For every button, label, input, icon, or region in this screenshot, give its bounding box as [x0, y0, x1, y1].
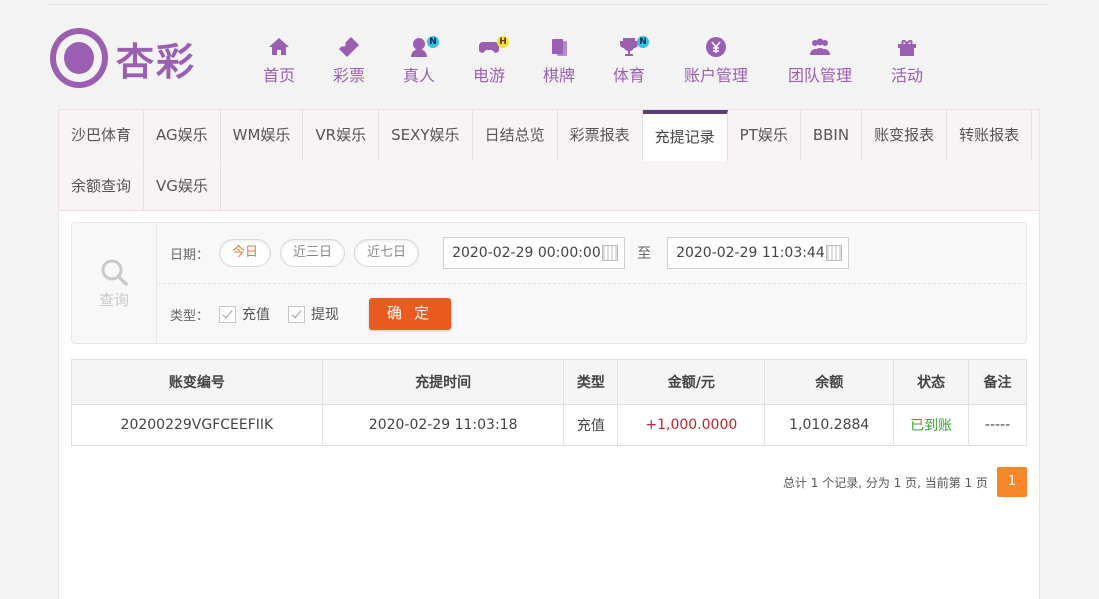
tab-saba-sports[interactable]: 沙巴体育 [59, 110, 145, 160]
hot-badge: H [497, 36, 509, 48]
record-amount: +1,000.0000 [617, 404, 766, 446]
start-date-value: 2020-02-29 00:00:00 [452, 245, 601, 261]
nav-promotions[interactable]: 活动 [872, 34, 942, 86]
range-3days-button[interactable]: 近三日 [280, 239, 346, 267]
pagination-summary: 总计 1 个记录, 分为 1 页, 当前第 1 页 [782, 475, 988, 490]
cards-icon [524, 34, 594, 60]
tab-vr[interactable]: VR娱乐 [303, 110, 380, 160]
record-balance: 1,010.2884 [764, 404, 895, 446]
nav-label: 电游 [472, 66, 505, 85]
confirm-button[interactable]: 确 定 [369, 298, 452, 330]
start-date-input[interactable]: 2020-02-29 00:00:00 [443, 237, 626, 269]
col-header: 类型 [563, 359, 619, 405]
new-badge: N [427, 36, 439, 48]
nav-label: 真人 [402, 66, 435, 85]
nav-label: 账户管理 [683, 66, 748, 85]
nav-home[interactable]: 首页 [244, 34, 314, 86]
records-table: 账变编号 充提时间 类型 金额/元 余额 状态 备注 20200229VGFCE… [71, 359, 1027, 446]
report-tabs: 沙巴体育 AG娱乐 WM娱乐 VR娱乐 SEXY娱乐 日结总览 彩票报表 充提记… [59, 110, 1039, 211]
col-header: 充提时间 [321, 359, 565, 405]
end-date-value: 2020-02-29 11:03:44 [676, 245, 825, 261]
deposit-checkbox[interactable]: 充值 [219, 304, 270, 324]
date-label: 日期： [170, 247, 210, 263]
checkbox-label: 充值 [242, 307, 271, 323]
tab-account-change[interactable]: 账变报表 [862, 110, 948, 160]
team-icon [768, 34, 872, 60]
checkbox-checked[interactable] [288, 305, 306, 323]
tab-wm[interactable]: WM娱乐 [221, 110, 304, 160]
report-panel: 沙巴体育 AG娱乐 WM娱乐 VR娱乐 SEXY娱乐 日结总览 彩票报表 充提记… [58, 109, 1040, 599]
tab-deposit-withdraw[interactable]: 充提记录 [642, 110, 728, 161]
nav-lottery[interactable]: 彩票 [314, 34, 384, 86]
record-time: 2020-02-29 11:03:18 [321, 404, 565, 446]
main-nav: 首页 彩票 N 真人 H 电游 棋牌 N 体育 账户管理 团队管理 活动 [244, 34, 942, 86]
range-7days-button[interactable]: 近七日 [354, 239, 420, 267]
tab-sexy[interactable]: SEXY娱乐 [379, 110, 473, 160]
tab-pt[interactable]: PT娱乐 [728, 110, 801, 160]
nav-label: 团队管理 [787, 66, 852, 85]
nav-team[interactable]: 团队管理 [768, 34, 872, 86]
gift-icon [872, 34, 942, 60]
tab-balance-query[interactable]: 余额查询 [59, 161, 145, 211]
date-separator: 至 [637, 246, 652, 262]
nav-sports[interactable]: N 体育 [594, 34, 664, 86]
brand-logo[interactable]: 杏彩 [50, 28, 196, 88]
query-label: 查询 [98, 290, 129, 309]
tab-bbin[interactable]: BBIN [801, 110, 863, 160]
search-icon [101, 259, 128, 286]
nav-label: 彩票 [332, 66, 365, 85]
col-header: 备注 [968, 359, 1027, 405]
query-form: 查询 日期： 今日 近三日 近七日 2020-02-29 00:00:00 至 … [71, 222, 1027, 344]
pagination: 总计 1 个记录, 分为 1 页, 当前第 1 页 1 [59, 467, 1027, 497]
tab-lottery-report[interactable]: 彩票报表 [558, 110, 643, 160]
trophy-icon [594, 34, 664, 60]
range-today-button[interactable]: 今日 [219, 239, 272, 267]
date-row: 日期： 今日 近三日 近七日 2020-02-29 00:00:00 至 202… [158, 223, 1026, 284]
table-header-row: 账变编号 充提时间 类型 金额/元 余额 状态 备注 [71, 359, 1027, 405]
flower-logo-icon [50, 28, 108, 88]
yen-coin-icon [664, 34, 768, 60]
record-type: 充值 [563, 404, 619, 446]
checkbox-checked[interactable] [219, 305, 237, 323]
page-button-current[interactable]: 1 [997, 467, 1027, 497]
end-date-input[interactable]: 2020-02-29 11:03:44 [667, 237, 850, 269]
tab-vg[interactable]: VG娱乐 [144, 161, 221, 211]
checkbox-label: 提现 [311, 307, 340, 323]
nav-live[interactable]: N 真人 [384, 34, 454, 86]
calendar-icon[interactable] [602, 245, 619, 261]
col-header: 账变编号 [71, 359, 323, 405]
nav-label: 活动 [890, 66, 923, 85]
calendar-icon[interactable] [826, 245, 843, 261]
gamepad-icon [454, 34, 524, 60]
nav-label: 体育 [612, 66, 645, 85]
table-row: 20200229VGFCEEFIIK 2020-02-29 11:03:18 充… [71, 404, 1027, 446]
ticket-icon [314, 34, 384, 60]
record-remark: ----- [968, 404, 1027, 446]
top-divider [48, 4, 1048, 5]
home-icon [244, 34, 314, 60]
tab-daily-summary[interactable]: 日结总览 [473, 110, 558, 160]
nav-chess[interactable]: 棋牌 [524, 34, 594, 86]
brand-name: 杏彩 [116, 38, 197, 84]
type-label: 类型： [170, 308, 210, 324]
new-badge: N [637, 36, 649, 48]
nav-label: 棋牌 [542, 66, 575, 85]
nav-egames[interactable]: H 电游 [454, 34, 524, 86]
col-header: 余额 [764, 359, 895, 405]
nav-label: 首页 [262, 66, 295, 85]
record-status: 已到账 [893, 404, 970, 446]
dealer-icon [384, 34, 454, 60]
type-row: 类型： 充值 提现 确 定 [158, 284, 1026, 344]
tab-transfer-report[interactable]: 转账报表 [947, 110, 1033, 160]
col-header: 状态 [893, 359, 970, 405]
tab-ag[interactable]: AG娱乐 [144, 110, 221, 160]
nav-account[interactable]: 账户管理 [664, 34, 768, 86]
query-label-box: 查询 [72, 223, 157, 343]
record-id: 20200229VGFCEEFIIK [71, 404, 323, 446]
withdraw-checkbox[interactable]: 提现 [288, 304, 339, 324]
col-header: 金额/元 [617, 359, 766, 405]
